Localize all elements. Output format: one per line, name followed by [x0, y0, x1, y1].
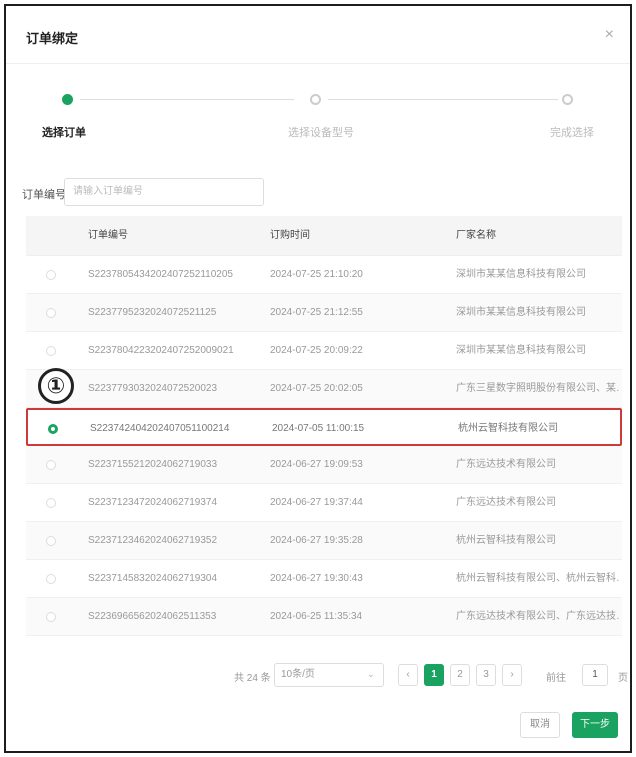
cell-order: S2237155212024062719033 — [88, 459, 218, 470]
row-radio-selected[interactable] — [48, 424, 58, 434]
pagination: 共 24 条 10条/页 ⌄ ‹ 1 2 3 › 前往 1 页 — [6, 661, 630, 691]
table-row[interactable]: S2237795232024072521125 2024-07-25 21:12… — [26, 294, 622, 332]
goto-page-input[interactable]: 1 — [582, 664, 608, 686]
cell-order: S2237123462024062719352 — [88, 535, 218, 546]
row-radio[interactable] — [46, 612, 56, 622]
row-radio[interactable] — [46, 498, 56, 508]
order-bind-dialog: 订单绑定 × 选择订单 选择设备型号 完成选择 订单编号 请输入订单编号 订单编… — [4, 4, 632, 753]
page-size-select[interactable]: 10条/页 ⌄ — [274, 663, 384, 687]
goto-label: 前往 — [546, 673, 566, 684]
cell-time: 2024-06-27 19:37:44 — [270, 497, 363, 508]
table-row[interactable]: S2237155212024062719033 2024-06-27 19:09… — [26, 446, 622, 484]
dialog-header: 订单绑定 × — [6, 6, 630, 64]
table-header: 订单编号 订购时间 厂家名称 — [26, 216, 622, 256]
table-row[interactable]: S2237145832024062719304 2024-06-27 19:30… — [26, 560, 622, 598]
cell-order: S2237795232024072521125 — [88, 307, 217, 318]
chevron-down-icon: ⌄ — [366, 669, 375, 680]
cell-vendor: 广东远达技术有限公司 — [456, 497, 556, 508]
cell-vendor: 广东远达技术有限公司、广东远达技… — [456, 611, 620, 622]
cell-order: S223742404202407051100214 — [90, 423, 230, 434]
table-row[interactable]: S2237123472024062719374 2024-06-27 19:37… — [26, 484, 622, 522]
column-header-time: 订购时间 — [270, 230, 310, 241]
row-radio[interactable] — [46, 574, 56, 584]
cell-time: 2024-06-27 19:09:53 — [270, 459, 363, 470]
row-radio[interactable] — [46, 536, 56, 546]
cell-order: S2237805434202407252110205 — [88, 269, 233, 280]
annotation-marker: ① — [38, 368, 74, 404]
cell-vendor: 深圳市某某信息科技有限公司 — [456, 307, 586, 318]
table-row[interactable]: S2237793032024072520023 2024-07-25 20:02… — [26, 370, 622, 408]
order-number-input[interactable]: 请输入订单编号 — [64, 178, 264, 206]
step-connector — [80, 99, 294, 100]
page-button-2[interactable]: 2 — [450, 664, 470, 686]
row-radio[interactable] — [46, 270, 56, 280]
cell-vendor: 深圳市某某信息科技有限公司 — [456, 269, 586, 280]
page-button-3[interactable]: 3 — [476, 664, 496, 686]
step-1-dot — [62, 94, 73, 105]
prev-page-button[interactable]: ‹ — [398, 664, 418, 686]
dialog-footer: 取消 下一步 — [6, 706, 630, 746]
cell-vendor: 深圳市某某信息科技有限公司 — [456, 345, 586, 356]
table-row[interactable]: S2237123462024062719352 2024-06-27 19:35… — [26, 522, 622, 560]
step-2-label: 选择设备型号 — [288, 127, 354, 139]
row-radio[interactable] — [46, 346, 56, 356]
cell-order: S2237145832024062719304 — [88, 573, 218, 584]
step-3-dot — [562, 94, 573, 105]
page-button-1[interactable]: 1 — [424, 664, 444, 686]
cell-time: 2024-07-25 21:12:55 — [270, 307, 363, 318]
step-1-label: 选择订单 — [42, 127, 86, 139]
cell-vendor: 杭州云智科技有限公司 — [456, 535, 556, 546]
cell-order: S2237793032024072520023 — [88, 383, 218, 394]
row-radio[interactable] — [46, 460, 56, 470]
column-header-order: 订单编号 — [88, 230, 128, 241]
cancel-button[interactable]: 取消 — [520, 712, 560, 738]
cell-time: 2024-07-25 21:10:20 — [270, 269, 363, 280]
cell-time: 2024-06-27 19:35:28 — [270, 535, 363, 546]
step-connector — [328, 99, 558, 100]
cell-vendor: 广东三星数字照明股份有限公司、某… — [456, 383, 620, 394]
close-icon[interactable]: × — [605, 26, 614, 44]
cell-order: S2237804223202407252009021 — [88, 345, 234, 356]
row-radio[interactable] — [46, 308, 56, 318]
cell-order: S2236966562024062511353 — [88, 611, 217, 622]
cell-vendor: 杭州云智科技有限公司 — [458, 423, 558, 434]
order-number-label: 订单编号 — [22, 189, 66, 201]
orders-table: 订单编号 订购时间 厂家名称 S223780543420240725211020… — [26, 216, 622, 636]
table-row[interactable]: S2237805434202407252110205 2024-07-25 21… — [26, 256, 622, 294]
cell-order: S2237123472024062719374 — [88, 497, 218, 508]
step-2-dot — [310, 94, 321, 105]
cell-time: 2024-06-27 19:30:43 — [270, 573, 363, 584]
cell-vendor: 广东远达技术有限公司 — [456, 459, 556, 470]
table-row-selected[interactable]: S223742404202407051100214 2024-07-05 11:… — [26, 408, 622, 446]
table-row[interactable]: S2237804223202407252009021 2024-07-25 20… — [26, 332, 622, 370]
stepper: 选择订单 选择设备型号 完成选择 — [26, 86, 616, 146]
cell-time: 2024-06-25 11:35:34 — [270, 611, 363, 622]
next-step-button[interactable]: 下一步 — [572, 712, 618, 738]
column-header-vendor: 厂家名称 — [456, 230, 496, 241]
next-page-button[interactable]: › — [502, 664, 522, 686]
page-size-value: 10条/页 — [281, 669, 315, 680]
cell-time: 2024-07-25 20:02:05 — [270, 383, 363, 394]
step-3-label: 完成选择 — [550, 127, 594, 139]
total-count: 共 24 条 — [234, 673, 271, 684]
dialog-title: 订单绑定 — [26, 31, 79, 46]
cell-vendor: 杭州云智科技有限公司、杭州云智科… — [456, 573, 620, 584]
cell-time: 2024-07-25 20:09:22 — [270, 345, 363, 356]
page-unit-label: 页 — [618, 673, 628, 684]
table-row[interactable]: S2236966562024062511353 2024-06-25 11:35… — [26, 598, 622, 636]
cell-time: 2024-07-05 11:00:15 — [272, 423, 365, 434]
